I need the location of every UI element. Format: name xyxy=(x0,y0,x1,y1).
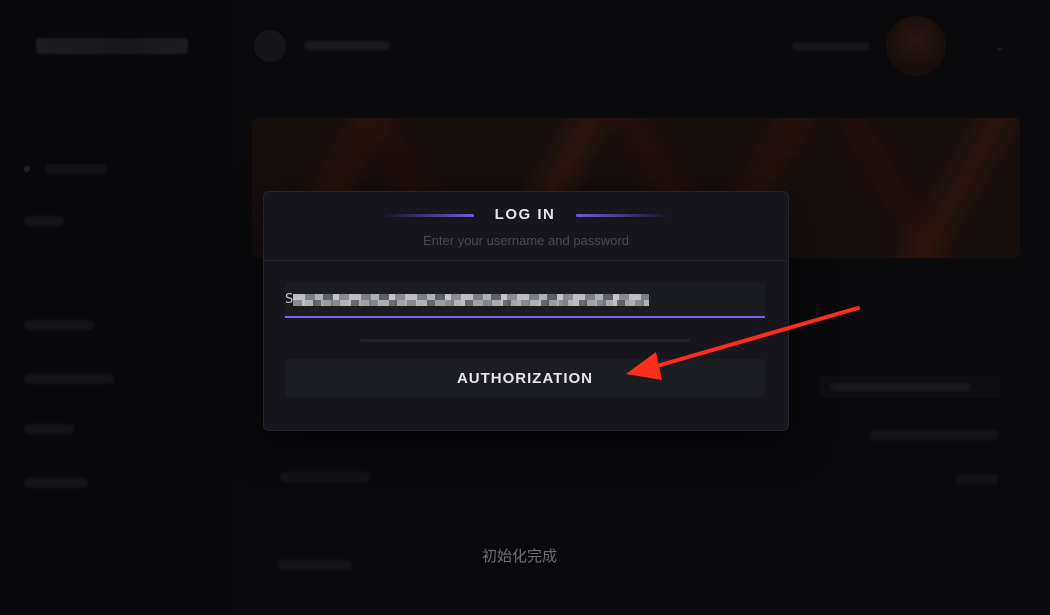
modal-title: LOG IN xyxy=(494,206,556,223)
status-text: 初始化完成 xyxy=(482,547,558,565)
title-divider-left xyxy=(382,214,474,217)
modal-subtitle: Enter your username and password xyxy=(423,233,629,248)
login-modal: LOG IN Enter your username and password … xyxy=(263,191,789,431)
username-input[interactable] xyxy=(285,282,765,316)
title-row: LOG IN xyxy=(264,204,788,226)
app-window: ⌄ 初始化完成 LOG IN Enter your username and p… xyxy=(0,0,1050,615)
title-divider-right xyxy=(576,214,670,217)
authorization-button[interactable]: AUTHORIZATION xyxy=(285,359,765,397)
modal-header: LOG IN Enter your username and password xyxy=(264,192,788,261)
username-field[interactable]: S xyxy=(285,282,765,318)
divider xyxy=(360,339,690,342)
